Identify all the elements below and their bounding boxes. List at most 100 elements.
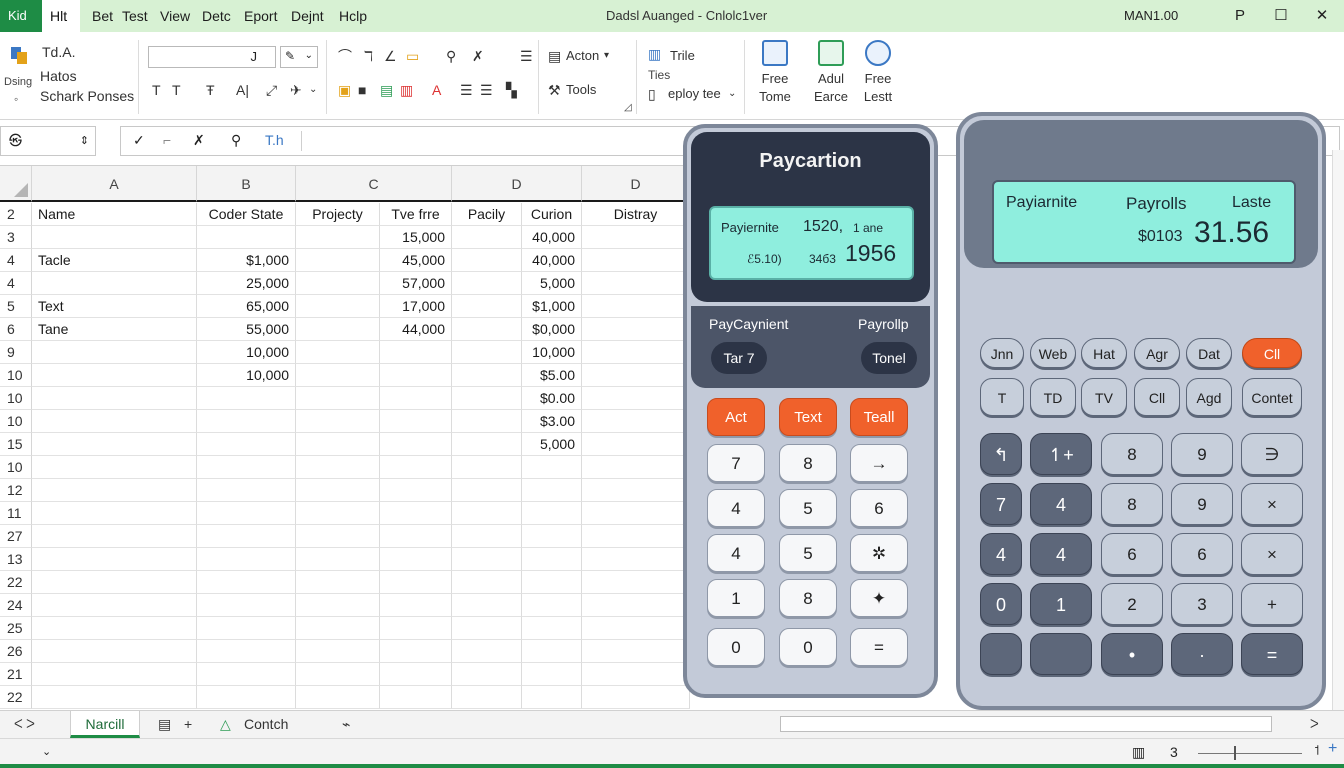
clip-line-3[interactable]: Schark Ponses [40, 88, 134, 104]
sheet-nav-arrows[interactable]: ᐸ ᐳ [14, 711, 35, 737]
folder-icon[interactable]: ▭ [406, 48, 419, 64]
grid-cell[interactable] [32, 433, 197, 456]
grid-cell[interactable] [197, 433, 296, 456]
grid-cell[interactable] [197, 571, 296, 594]
grid-cell[interactable] [197, 617, 296, 640]
zoom-minus-icon[interactable]: ˦ [1314, 742, 1319, 758]
calc2-key[interactable]: • [1101, 633, 1163, 675]
grid-cell[interactable] [296, 571, 380, 594]
menu-item-detc[interactable]: Detc [202, 0, 231, 32]
chevron-down-icon[interactable]: ⌄ [728, 86, 736, 102]
close-button[interactable]: ✕ [1302, 0, 1342, 32]
clip-line-2[interactable]: Hatos [40, 68, 77, 84]
grid-cell[interactable] [452, 226, 522, 249]
tools-button[interactable]: Tools [566, 82, 596, 97]
calc2-function-key[interactable]: Dat [1186, 338, 1232, 368]
row-number[interactable]: 25 [0, 617, 32, 640]
calc1-key[interactable]: 0 [779, 628, 837, 666]
grid-cell[interactable] [296, 364, 380, 387]
calc1-key[interactable]: 1 [707, 579, 765, 617]
calc1-pill-right[interactable]: Tonel [861, 342, 917, 374]
highlight-icon[interactable]: ⤢ [266, 82, 277, 98]
align-icon[interactable]: ☰ [520, 48, 533, 64]
action-button[interactable]: Acton [566, 48, 599, 63]
grid-cell[interactable] [197, 387, 296, 410]
calc1-key[interactable]: 5 [779, 489, 837, 527]
grid-cell[interactable]: Curion [522, 203, 582, 226]
grid-cell[interactable] [296, 341, 380, 364]
calc1-pill-left[interactable]: Tar 7 [711, 342, 767, 374]
grid-cell[interactable] [582, 479, 690, 502]
grid-cell[interactable] [32, 387, 197, 410]
grid-cell[interactable] [452, 548, 522, 571]
calc2-function-key[interactable]: Hat [1081, 338, 1127, 368]
grid-cell[interactable]: 25,000 [197, 272, 296, 295]
row-number[interactable]: 12 [0, 479, 32, 502]
grid-cell[interactable] [296, 295, 380, 318]
name-box[interactable]: ㉿ ⇕ [0, 126, 96, 156]
grid-cell[interactable] [522, 525, 582, 548]
grid-cell[interactable] [296, 686, 380, 709]
person-icon[interactable]: ⚲ [446, 48, 456, 64]
curve-icon[interactable]: ⌒ [338, 48, 352, 64]
calc1-key[interactable]: Text [779, 398, 837, 436]
calc2-mode-key[interactable]: TV [1081, 378, 1127, 416]
row-number[interactable]: 3 [0, 226, 32, 249]
grid-cell[interactable] [32, 364, 197, 387]
zoom-slider[interactable] [1198, 753, 1302, 754]
grid-cell[interactable] [452, 410, 522, 433]
grid-cell[interactable] [522, 594, 582, 617]
grid-cell[interactable] [380, 387, 452, 410]
fill-icon[interactable]: ▣ [338, 82, 351, 98]
grid-cell[interactable] [296, 410, 380, 433]
row-number[interactable]: 2 [0, 203, 32, 226]
calc2-key[interactable] [1030, 633, 1092, 675]
grid-cell[interactable] [197, 640, 296, 663]
calc2-mode-key[interactable]: T [980, 378, 1024, 416]
sheet-tab-narcill[interactable]: Narcill [70, 711, 140, 738]
grid-cell[interactable] [452, 686, 522, 709]
calc2-key[interactable]: 4 [1030, 533, 1092, 575]
grid-cell[interactable] [522, 663, 582, 686]
grid-cell[interactable] [32, 341, 197, 364]
grid-cell[interactable] [296, 272, 380, 295]
grid-cell[interactable]: $5.00 [522, 364, 582, 387]
search-icon[interactable]: ⚲ [231, 132, 241, 149]
document-icon[interactable]: ▯ [648, 86, 656, 102]
grid-cell[interactable] [32, 548, 197, 571]
select-all-corner[interactable] [0, 166, 32, 202]
grid-cell[interactable] [452, 594, 522, 617]
grid-cell[interactable] [582, 295, 690, 318]
grid-cell[interactable] [522, 640, 582, 663]
grid-cell[interactable] [582, 456, 690, 479]
grid-cell[interactable] [582, 594, 690, 617]
grid-cell[interactable] [197, 410, 296, 433]
font-glyph-4[interactable]: A| [236, 82, 249, 98]
vertical-scrollbar[interactable] [1332, 150, 1344, 710]
minimize-button[interactable]: P [1220, 0, 1260, 32]
grid-cell[interactable]: Name [32, 203, 197, 226]
grid-cell[interactable]: $3.00 [522, 410, 582, 433]
font-glyph-3[interactable]: Ŧ [206, 82, 215, 98]
grid-cell[interactable] [296, 502, 380, 525]
chart-icon[interactable]: ▥ [648, 46, 661, 62]
grid-cell[interactable] [197, 663, 296, 686]
wrap-icon[interactable]: ▥ [400, 82, 413, 98]
row-number[interactable]: 10 [0, 387, 32, 410]
row-number[interactable]: 11 [0, 502, 32, 525]
grid-cell[interactable] [380, 479, 452, 502]
grid-cell[interactable] [582, 640, 690, 663]
grid-cell[interactable] [296, 226, 380, 249]
column-header-d2[interactable]: D [582, 166, 690, 202]
grid-cell[interactable]: 65,000 [197, 295, 296, 318]
chevron-down-icon[interactable]: ▾ [604, 48, 609, 64]
scroll-arrow-icon[interactable]: ᐳ [1310, 711, 1319, 737]
grid-cell[interactable] [296, 617, 380, 640]
grid-cell[interactable]: Tacle [32, 249, 197, 272]
list-icon[interactable]: ☰ [460, 82, 473, 98]
tools-icon[interactable]: ⚒ [548, 82, 561, 98]
sort-icon[interactable]: ▚ [506, 82, 517, 98]
grid-cell[interactable]: 40,000 [522, 226, 582, 249]
chevron-down-icon[interactable]: ⌄ [42, 745, 51, 758]
grid-cell[interactable] [522, 479, 582, 502]
